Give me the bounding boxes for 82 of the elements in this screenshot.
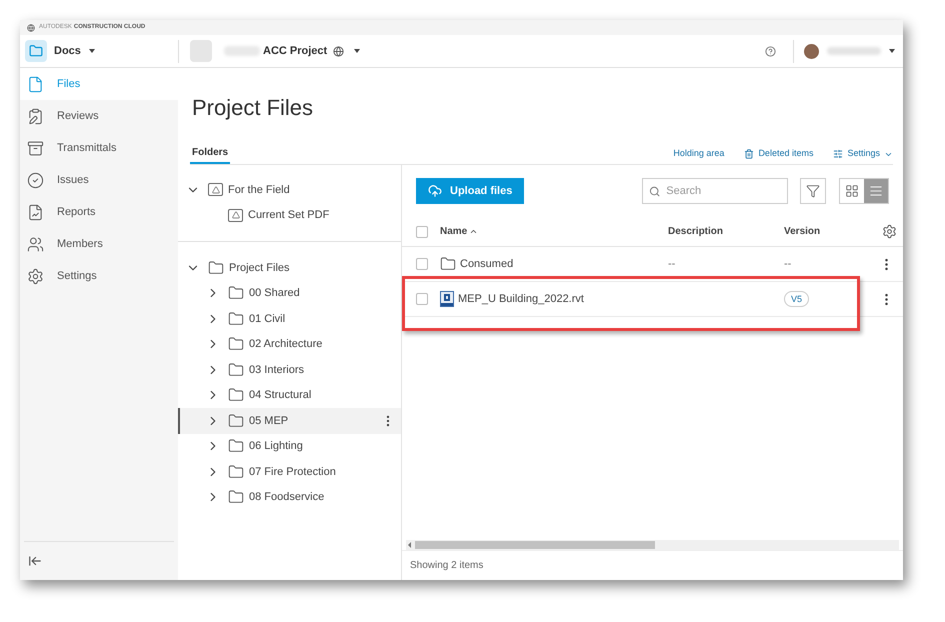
column-header[interactable]: Name	[440, 224, 668, 239]
project-thumbnail	[190, 40, 212, 62]
description-cell: --	[668, 258, 676, 270]
blurred-user-name	[827, 47, 881, 55]
deleted-link[interactable]: Deleted items	[744, 144, 814, 164]
nav-item[interactable]: Settings	[20, 260, 178, 292]
select-all-checkbox[interactable]	[416, 226, 428, 238]
folder-icon	[440, 256, 456, 272]
nav-item[interactable]: Reviews	[20, 100, 178, 132]
holding-link[interactable]: Holding area	[673, 144, 724, 164]
nav-item[interactable]: Members	[20, 228, 178, 260]
grid-icon	[845, 184, 859, 198]
folder-icon	[228, 310, 244, 327]
nav-item[interactable]: Reports	[20, 196, 178, 228]
trash-icon	[744, 149, 754, 159]
avatar[interactable]	[804, 44, 819, 58]
project-dropdown[interactable]: ACC Project	[263, 42, 360, 60]
file-name[interactable]: MEP_U Building_2022.rvt	[458, 290, 584, 308]
caret-icon[interactable]	[889, 49, 895, 53]
nav-item[interactable]: Transmittals	[20, 132, 178, 164]
globe-icon	[27, 24, 35, 32]
horizontal-scrollbar[interactable]	[406, 540, 899, 550]
file-icon	[27, 76, 44, 92]
users-icon	[27, 236, 44, 252]
tree-item[interactable]: 03 Interiors	[178, 357, 401, 382]
filter-button[interactable]	[800, 178, 826, 204]
sliders-icon	[833, 149, 844, 159]
search-input[interactable]: Search	[666, 182, 781, 200]
row-checkbox[interactable]	[416, 258, 428, 270]
folder-icon	[228, 387, 244, 404]
settings-link[interactable]: Settings	[833, 144, 893, 164]
settings-icon[interactable]	[882, 224, 897, 239]
folder-icon	[228, 438, 244, 454]
row-checkbox[interactable]	[416, 293, 428, 305]
docs-logo-icon	[25, 40, 47, 62]
archive-icon	[27, 140, 44, 156]
folder-icon	[228, 412, 244, 429]
version-cell: --	[784, 258, 792, 270]
folder-icon	[228, 489, 244, 506]
tree-item[interactable]: Project Files	[178, 255, 401, 280]
tree-item[interactable]: 08 Foodservice	[178, 484, 401, 510]
module-dropdown[interactable]: Docs	[54, 42, 95, 60]
settings-icon	[27, 268, 44, 284]
column-header[interactable]: Description	[668, 224, 784, 239]
field-folder-icon	[228, 208, 243, 222]
tree-item[interactable]: 02 Architecture	[178, 332, 401, 357]
tree-item[interactable]: Current Set PDF	[178, 202, 401, 228]
tree-item[interactable]: 07 Fire Protection	[178, 459, 401, 484]
page-title: Project Files	[192, 94, 314, 122]
folder-icon	[228, 336, 244, 352]
tree-item[interactable]: 04 Structural	[178, 382, 401, 408]
item-count: Showing 2 items	[410, 559, 484, 573]
list-icon	[869, 184, 883, 198]
field-folder-icon	[208, 183, 223, 196]
help-icon[interactable]	[765, 46, 776, 56]
nav-item[interactable]: Issues	[20, 164, 178, 196]
caret-icon	[354, 49, 360, 53]
folder-icon	[228, 285, 244, 302]
folder-icon	[228, 362, 244, 378]
tree-item[interactable]: For the Field	[178, 177, 401, 202]
caret-icon	[88, 49, 95, 53]
folder-name[interactable]: Consumed	[460, 256, 514, 272]
globe-icon	[333, 46, 344, 56]
folder-icon	[208, 260, 224, 276]
file-type-icon	[440, 291, 454, 307]
folder-icon	[228, 464, 244, 480]
search-icon	[649, 184, 660, 198]
clipboard-pen-icon	[27, 108, 44, 124]
column-header[interactable]: Version	[784, 224, 864, 239]
tree-item[interactable]: 01 Civil	[178, 306, 401, 332]
version-badge[interactable]: V5	[784, 290, 810, 307]
collapse-icon[interactable]	[28, 554, 42, 568]
folders-tab[interactable]: Folders	[190, 142, 230, 164]
search-field[interactable]: Search	[642, 178, 788, 204]
check-circle-icon	[27, 172, 44, 188]
report-icon	[27, 204, 44, 220]
tree-item[interactable]: 06 Lighting	[178, 434, 401, 459]
tree-item[interactable]: 05 MEP	[178, 408, 401, 434]
scroll-left-icon[interactable]	[408, 542, 411, 548]
tree-item[interactable]: 00 Shared	[178, 280, 401, 306]
cloud-upload-icon	[428, 184, 442, 198]
filter-icon	[806, 184, 820, 198]
